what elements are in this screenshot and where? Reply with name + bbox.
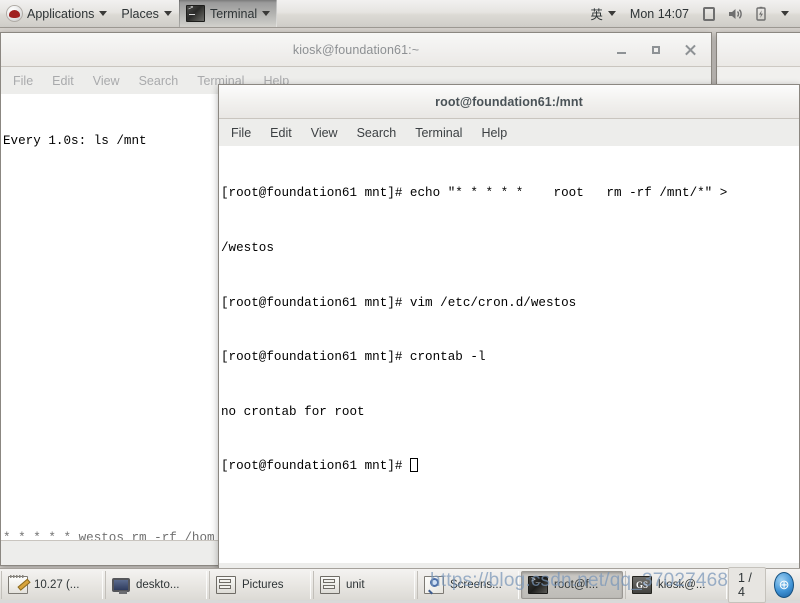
menu-file[interactable]: File [13, 74, 33, 88]
input-method-indicator[interactable]: 英 [583, 0, 623, 27]
chevron-down-icon [262, 11, 271, 16]
speaker-icon[interactable] [727, 6, 743, 22]
magnifier-icon [424, 575, 444, 594]
menu-help[interactable]: Help [481, 126, 507, 140]
chevron-down-icon [163, 11, 172, 16]
applications-menu[interactable]: Applications [0, 0, 114, 27]
taskbar-item-unit[interactable]: unit [313, 570, 415, 599]
terminal-icon [185, 5, 205, 22]
terminal-prompt-text: [root@foundation61 mnt]# [221, 459, 410, 474]
chevron-down-icon [781, 11, 789, 16]
root-window-title: root@foundation61:/mnt [435, 94, 583, 109]
taskbar-item-notepad[interactable]: 10.27 (... [1, 570, 103, 599]
close-icon[interactable] [683, 43, 697, 57]
clock[interactable]: Mon 14:07 [623, 0, 696, 27]
root-titlebar[interactable]: root@foundation61:/mnt [219, 85, 799, 119]
places-menu[interactable]: Places [114, 0, 179, 27]
root-menubar: File Edit View Search Terminal Help [219, 119, 799, 146]
taskbar-item-desktop[interactable]: deskto... [105, 570, 207, 599]
terminal-line: [root@foundation61 mnt]# crontab -l [221, 350, 486, 365]
terminal-icon [528, 575, 548, 594]
input-method-label: 英 [590, 8, 603, 22]
terminal-prompt-line: [root@foundation61 mnt]# [221, 457, 799, 475]
panel-status-area: 英 Mon 14:07 [583, 0, 800, 27]
menu-search[interactable]: Search [139, 74, 179, 88]
terminal-menu-label: Terminal [209, 6, 258, 21]
chevron-down-icon [607, 11, 616, 16]
maximize-icon[interactable] [649, 43, 663, 57]
kiosk-window-title: kiosk@foundation61:~ [292, 42, 420, 57]
menu-file[interactable]: File [231, 126, 251, 140]
kiosk-titlebar[interactable]: kiosk@foundation61:~ [1, 33, 711, 67]
terminal-line: [root@foundation61 mnt]# vim /etc/cron.d… [221, 295, 577, 310]
display-icon[interactable] [701, 6, 717, 22]
taskbar-item-label: Screens... [450, 578, 502, 591]
background-window-titlebar[interactable] [717, 33, 800, 67]
menu-edit[interactable]: Edit [52, 74, 74, 88]
gs-icon: GS [632, 575, 652, 594]
terminal-cursor [409, 458, 418, 473]
taskbar-item-pictures[interactable]: Pictures [209, 570, 311, 599]
taskbar-item-label: unit [346, 578, 365, 591]
terminal-line: /westos [221, 241, 274, 256]
menu-search[interactable]: Search [357, 126, 397, 140]
monitor-icon [112, 577, 130, 594]
menu-view[interactable]: View [93, 74, 120, 88]
file-drawer-icon [216, 575, 236, 594]
file-drawer-icon [320, 575, 340, 594]
menu-terminal[interactable]: Terminal [415, 126, 462, 140]
redhat-logo-icon [7, 6, 22, 21]
system-menu[interactable] [774, 0, 796, 27]
workspace-switcher-icon[interactable]: ⊕ [774, 571, 794, 598]
kiosk-window-controls [615, 43, 711, 57]
workspace-label[interactable]: 1 / 4 [728, 566, 767, 603]
places-menu-label: Places [121, 6, 159, 21]
workspace-indicator: 1 / 4 ⊕ [728, 566, 800, 603]
taskbar-item-label: Pictures [242, 578, 284, 591]
taskbar-item-label: 10.27 (... [34, 578, 80, 591]
root-terminal-window[interactable]: root@foundation61:/mnt File Edit View Se… [218, 84, 800, 591]
taskbar-item-label: kiosk@... [658, 578, 706, 591]
terminal-line: no crontab for root [221, 404, 365, 419]
clock-label: Mon 14:07 [629, 6, 689, 21]
chevron-down-icon [99, 11, 108, 16]
top-panel: Applications Places Terminal 英 Mon 14:07 [0, 0, 800, 28]
menu-edit[interactable]: Edit [270, 126, 292, 140]
minimize-icon[interactable] [615, 43, 629, 57]
taskbar-item-kiosk-terminal[interactable]: GS kiosk@... [625, 570, 727, 599]
taskbar-item-screenshot[interactable]: Screens... [417, 570, 519, 599]
taskbar-item-label: deskto... [136, 578, 180, 591]
terminal-line: [root@foundation61 mnt]# echo "* * * * *… [221, 186, 728, 201]
notepad-icon [8, 574, 28, 594]
menu-view[interactable]: View [311, 126, 338, 140]
desktop: kiosk@foundation61:~ File Edit View Sear… [0, 28, 800, 591]
taskbar-item-label: root@f... [554, 578, 599, 591]
applications-menu-label: Applications [27, 6, 95, 21]
taskbar-item-root-terminal[interactable]: root@f... [521, 570, 623, 599]
terminal-menu[interactable]: Terminal [178, 0, 278, 27]
kiosk-partial-cron-line: * * * * * westos rm -rf /hom [3, 530, 215, 540]
taskbar: 10.27 (... deskto... Pictures unit Scree… [0, 566, 800, 603]
root-terminal-output[interactable]: [root@foundation61 mnt]# echo "* * * * *… [219, 146, 799, 563]
battery-icon[interactable] [753, 6, 769, 22]
